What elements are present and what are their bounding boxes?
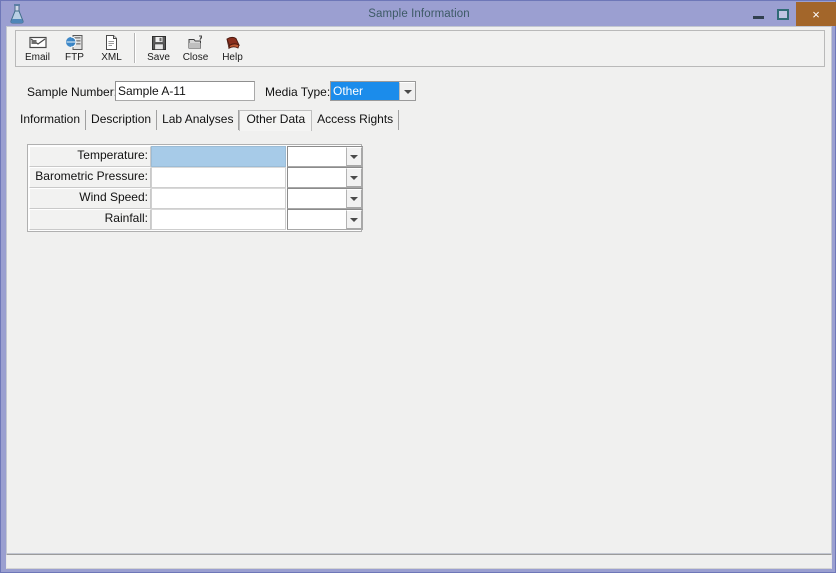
table-row: Temperature: — [29, 146, 363, 167]
ftp-server-icon — [64, 34, 86, 51]
maximize-icon — [777, 8, 789, 20]
minimize-icon — [752, 15, 764, 19]
table-row: Rainfall: — [29, 209, 363, 230]
row-unit-value-wind-speed — [288, 189, 346, 208]
client-area: Email FTP XML Save Close Help Sample Num… — [6, 26, 832, 554]
chevron-down-icon[interactable] — [346, 189, 362, 208]
title-bar[interactable]: Sample Information × — [2, 2, 836, 26]
media-type-select[interactable]: Other — [330, 81, 416, 101]
row-unit-value-barometric-pressure — [288, 168, 346, 187]
sample-number-label: Sample Number: — [27, 85, 118, 99]
table-row: Wind Speed: — [29, 188, 363, 209]
xml-button[interactable]: XML — [93, 32, 130, 65]
close-icon: × — [812, 6, 820, 22]
xml-button-label: XML — [101, 52, 122, 63]
help-button[interactable]: Help — [214, 32, 251, 65]
window-controls: × — [746, 2, 836, 26]
close-doc-button-label: Close — [182, 52, 209, 63]
floppy-disk-icon — [148, 34, 170, 51]
form-row: Sample Number: Sample A-11 Media Type: O… — [7, 81, 833, 107]
row-unit-barometric-pressure[interactable] — [287, 167, 363, 188]
row-label-rainfall: Rainfall: — [29, 209, 151, 230]
row-value-rainfall[interactable] — [151, 209, 286, 230]
email-button-label: Email — [24, 52, 50, 63]
sample-number-input[interactable]: Sample A-11 — [115, 81, 255, 101]
status-bar — [6, 554, 832, 569]
chevron-down-icon[interactable] — [346, 210, 362, 229]
help-button-label: Help — [222, 52, 243, 63]
row-unit-rainfall[interactable] — [287, 209, 363, 230]
other-data-grid: Temperature: Barometric Pressure: Wind S… — [27, 144, 363, 232]
maximize-button[interactable] — [770, 2, 796, 26]
close-button[interactable]: × — [796, 2, 836, 26]
tab-strip: Information Description Lab Analyses Oth… — [15, 109, 825, 131]
document-icon — [101, 34, 123, 51]
minimize-button[interactable] — [746, 2, 770, 26]
help-book-icon — [222, 34, 244, 51]
table-row: Barometric Pressure: — [29, 167, 363, 188]
row-value-barometric-pressure[interactable] — [151, 167, 286, 188]
media-type-value: Other — [331, 82, 399, 100]
tab-information[interactable]: Information — [15, 110, 87, 130]
row-label-barometric-pressure: Barometric Pressure: — [29, 167, 151, 188]
row-label-temperature: Temperature: — [29, 146, 151, 167]
save-button-label: Save — [147, 52, 170, 63]
media-type-label: Media Type: — [265, 85, 331, 99]
window-frame: Sample Information × Email FTP XML Save … — [0, 0, 836, 573]
row-unit-temperature[interactable] — [287, 146, 363, 167]
flask-icon — [7, 3, 27, 25]
chevron-down-icon[interactable] — [399, 82, 415, 100]
window-title: Sample Information — [368, 8, 470, 20]
save-button[interactable]: Save — [140, 32, 177, 65]
row-unit-wind-speed[interactable] — [287, 188, 363, 209]
close-doc-button[interactable]: Close — [177, 32, 214, 65]
toolbar: Email FTP XML Save Close Help — [15, 30, 825, 67]
row-label-wind-speed: Wind Speed: — [29, 188, 151, 209]
row-value-temperature[interactable] — [151, 146, 286, 167]
tab-other-data[interactable]: Other Data — [239, 110, 313, 131]
tab-description[interactable]: Description — [86, 110, 158, 130]
folder-close-icon — [185, 34, 207, 51]
application-window: Sample Information × Email FTP XML Save … — [0, 0, 836, 573]
ftp-button-label: FTP — [65, 52, 84, 63]
row-unit-value-rainfall — [288, 210, 346, 229]
chevron-down-icon[interactable] — [346, 168, 362, 187]
row-value-wind-speed[interactable] — [151, 188, 286, 209]
email-button[interactable]: Email — [19, 32, 56, 65]
row-unit-value-temperature — [288, 147, 346, 166]
ftp-button[interactable]: FTP — [56, 32, 93, 65]
tab-access-rights[interactable]: Access Rights — [312, 110, 400, 130]
toolbar-separator — [134, 33, 136, 63]
envelope-icon — [27, 34, 49, 51]
chevron-down-icon[interactable] — [346, 147, 362, 166]
tab-lab-analyses[interactable]: Lab Analyses — [157, 110, 240, 130]
